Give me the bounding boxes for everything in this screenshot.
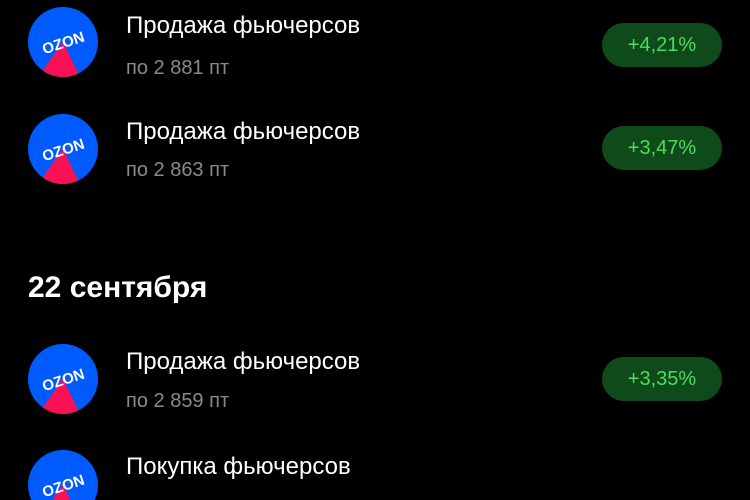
operation-title: Продажа фьючерсов: [126, 118, 361, 145]
operation-row[interactable]: OZON Покупка фьючерсов: [0, 440, 750, 500]
change-badge: +3,47%: [602, 126, 722, 170]
operation-title: Продажа фьючерсов: [126, 348, 361, 375]
change-badge: +3,35%: [602, 357, 722, 401]
operation-row[interactable]: OZON Продажа фьючерсов по 2 859 пт +3,35…: [0, 334, 750, 434]
ozon-logo-icon: OZON: [28, 450, 98, 500]
operation-row[interactable]: OZON Продажа фьючерсов по 2 863 пт +3,47…: [0, 104, 750, 204]
operation-subtitle: по 2 863 пт: [126, 159, 230, 181]
change-badge: +4,21%: [602, 23, 722, 67]
operations-list-screen: OZON Продажа фьючерсов по 2 881 пт +4,21…: [0, 0, 750, 500]
ozon-logo-icon: OZON: [28, 114, 98, 184]
ozon-logo-icon: OZON: [28, 344, 98, 414]
date-section-header: 22 сентября: [28, 271, 208, 304]
operation-row[interactable]: OZON Продажа фьючерсов по 2 881 пт +4,21…: [0, 0, 750, 100]
operation-title: Покупка фьючерсов: [126, 453, 351, 480]
operation-title: Продажа фьючерсов: [126, 12, 361, 39]
operation-subtitle: по 2 881 пт: [126, 57, 230, 79]
ozon-logo-icon: OZON: [28, 7, 98, 77]
operation-subtitle: по 2 859 пт: [126, 390, 230, 412]
